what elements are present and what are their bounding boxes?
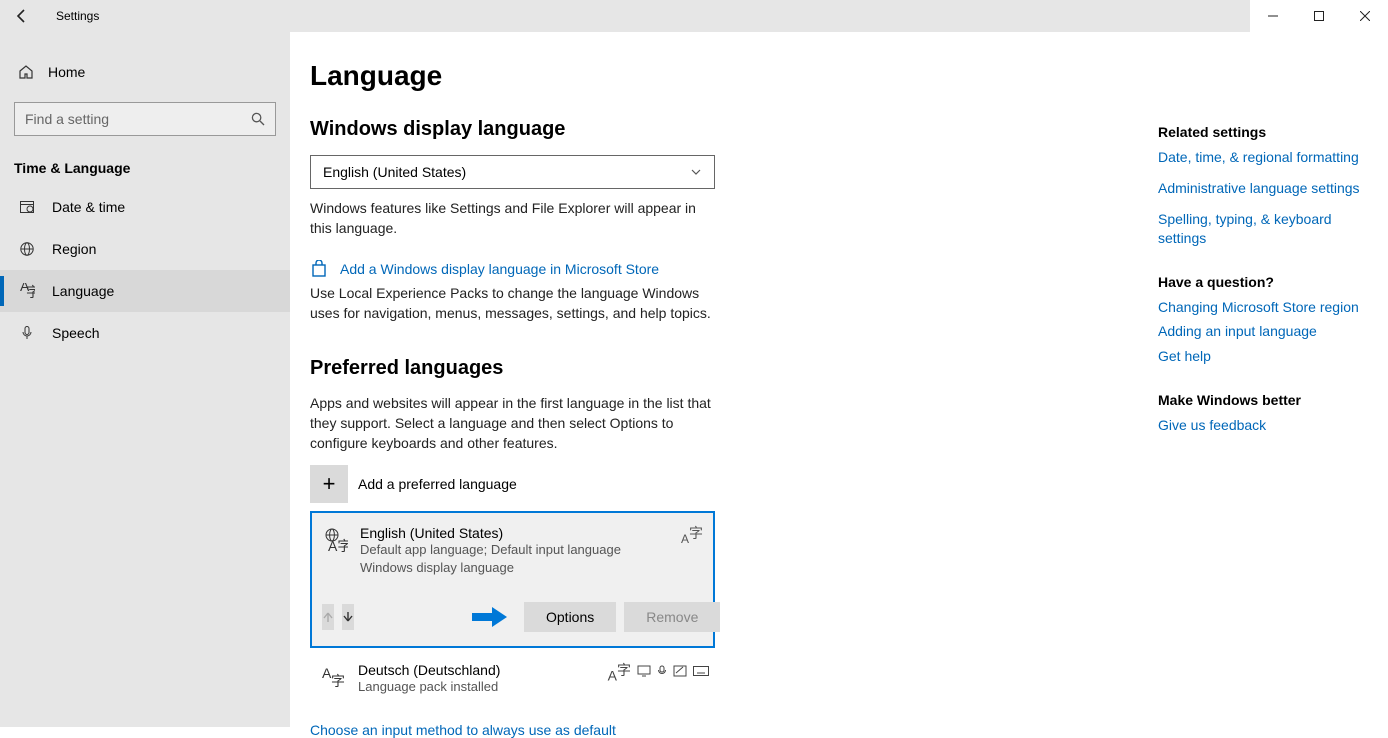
display-icon	[637, 665, 651, 677]
language-name: Deutsch (Deutschland)	[358, 662, 500, 678]
svg-text:A字: A字	[328, 538, 348, 553]
make-windows-better-heading: Make Windows better	[1158, 392, 1378, 408]
sidebar: Home Time & Language Date & time Region …	[0, 32, 290, 727]
language-subtitle-1: Language pack installed	[358, 678, 500, 696]
language-subtitle-2: Windows display language	[360, 559, 621, 577]
handwriting-icon	[673, 665, 687, 677]
language-name: English (United States)	[360, 525, 621, 541]
close-button[interactable]	[1342, 0, 1388, 32]
related-link[interactable]: Date, time, & regional formatting	[1158, 148, 1378, 167]
keyboard-icon	[693, 666, 709, 676]
sidebar-item-language[interactable]: A字 Language	[0, 270, 290, 312]
move-up-button[interactable]	[322, 604, 334, 630]
add-display-language-store-link[interactable]: Add a Windows display language in Micros…	[340, 261, 659, 277]
display-language-heading: Windows display language	[310, 118, 1130, 141]
globe-icon	[18, 241, 36, 257]
remove-button[interactable]: Remove	[624, 602, 720, 632]
translate-icon: A字	[608, 660, 631, 684]
language-card-deutsch[interactable]: A字 Deutsch (Deutschland) Language pack i…	[310, 652, 715, 696]
search-input[interactable]	[25, 111, 251, 127]
related-settings-heading: Related settings	[1158, 124, 1378, 140]
help-link[interactable]: Changing Microsoft Store region	[1158, 298, 1378, 317]
sidebar-item-label: Speech	[52, 325, 99, 341]
chevron-down-icon	[690, 166, 702, 178]
sidebar-item-label: Date & time	[52, 199, 125, 215]
plus-icon: +	[310, 465, 348, 503]
search-icon	[251, 112, 265, 126]
help-link[interactable]: Adding an input language	[1158, 322, 1378, 341]
capability-icons: A字	[608, 660, 709, 684]
calendar-clock-icon	[18, 199, 36, 215]
language-card-english[interactable]: A字 A字 English (United States) Default ap…	[310, 511, 715, 647]
sidebar-home-label: Home	[48, 64, 85, 80]
language-globe-icon: A字	[322, 525, 348, 577]
language-az-icon: A字	[18, 283, 36, 299]
related-link[interactable]: Spelling, typing, & keyboard settings	[1158, 210, 1378, 248]
move-down-button[interactable]	[342, 604, 354, 630]
microphone-icon	[657, 665, 667, 677]
window-controls	[1250, 0, 1388, 32]
related-link[interactable]: Administrative language settings	[1158, 179, 1378, 198]
store-desc: Use Local Experience Packs to change the…	[310, 284, 715, 323]
sidebar-item-date-time[interactable]: Date & time	[0, 186, 290, 228]
default-input-method-link[interactable]: Choose an input method to always use as …	[310, 722, 1130, 738]
annotation-arrow-icon	[472, 606, 508, 628]
sidebar-item-label: Language	[52, 283, 114, 299]
display-language-value: English (United States)	[323, 164, 466, 180]
add-preferred-language[interactable]: + Add a preferred language	[310, 465, 1130, 503]
sidebar-item-region[interactable]: Region	[0, 228, 290, 270]
sidebar-item-speech[interactable]: Speech	[0, 312, 290, 354]
minimize-button[interactable]	[1250, 0, 1296, 32]
right-rail: Related settings Date, time, & regional …	[1158, 124, 1378, 447]
display-language-dropdown[interactable]: English (United States)	[310, 155, 715, 189]
language-subtitle-1: Default app language; Default input lang…	[360, 541, 621, 559]
store-icon	[310, 260, 328, 278]
language-az-icon: A字	[320, 662, 346, 696]
help-link[interactable]: Get help	[1158, 347, 1378, 366]
svg-text:字: 字	[331, 673, 345, 689]
window-title: Settings	[44, 9, 99, 23]
display-language-desc: Windows features like Settings and File …	[310, 199, 715, 238]
home-icon	[18, 64, 34, 80]
svg-text:字: 字	[26, 284, 35, 299]
titlebar: Settings	[0, 0, 1388, 32]
search-input-wrap[interactable]	[14, 102, 276, 136]
translate-az-icon: A字	[681, 523, 703, 546]
preferred-languages-desc: Apps and websites will appear in the fir…	[310, 394, 715, 453]
preferred-languages-heading: Preferred languages	[310, 357, 1130, 380]
options-button[interactable]: Options	[524, 602, 616, 632]
page-title: Language	[310, 60, 1130, 92]
sidebar-category: Time & Language	[0, 144, 290, 186]
maximize-button[interactable]	[1296, 0, 1342, 32]
add-preferred-language-label: Add a preferred language	[358, 476, 517, 492]
back-button[interactable]	[0, 0, 44, 32]
sidebar-item-label: Region	[52, 241, 96, 257]
sidebar-home[interactable]: Home	[0, 52, 290, 92]
microphone-icon	[18, 325, 36, 341]
feedback-link[interactable]: Give us feedback	[1158, 416, 1378, 435]
have-question-heading: Have a question?	[1158, 274, 1378, 290]
